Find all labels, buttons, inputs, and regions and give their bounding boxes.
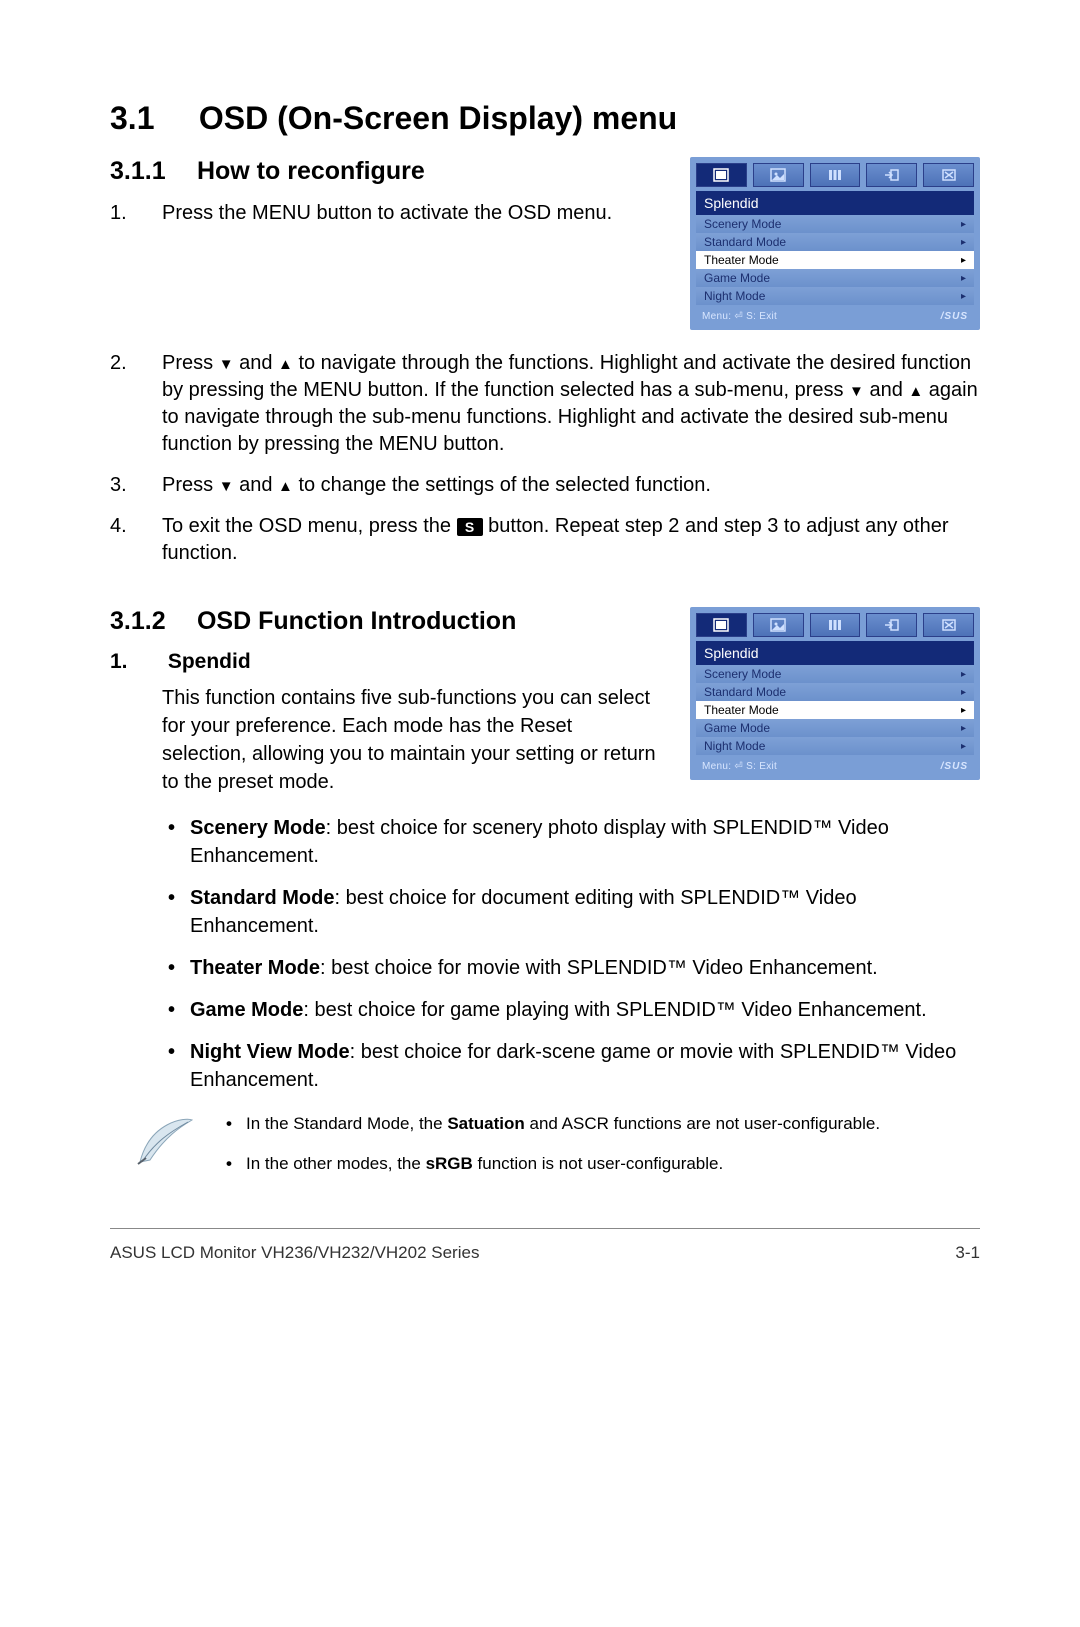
subsection-title: How to reconfigure	[197, 157, 425, 185]
step-item: 2. Press and to navigate through the fun…	[110, 350, 980, 458]
osd-tab-input-icon	[866, 613, 917, 637]
osd-row: Night Mode▸	[696, 737, 974, 755]
subsection-number: 3.1.2	[110, 607, 190, 636]
osd-tab-system-icon	[923, 613, 974, 637]
osd-tab-color-icon	[810, 163, 861, 187]
note-item: In the other modes, the sRGB function is…	[220, 1152, 980, 1176]
osd-title: Splendid	[696, 191, 974, 215]
osd-row: Scenery Mode▸	[696, 215, 974, 233]
subsection-title: OSD Function Introduction	[197, 607, 516, 635]
osd-row: Game Mode▸	[696, 719, 974, 737]
down-arrow-icon	[849, 379, 864, 401]
step-item: 3. Press and to change the settings of t…	[110, 472, 980, 499]
subsection-heading: 3.1.1 How to reconfigure	[110, 157, 660, 186]
osd-list: Scenery Mode▸ Standard Mode▸ Theater Mod…	[696, 215, 974, 305]
osd-row: Standard Mode▸	[696, 683, 974, 701]
step-text: Press and to change the settings of the …	[162, 472, 980, 499]
osd-footer: Menu: ⏎ S: Exit /SUS	[696, 305, 974, 324]
mode-item: Game Mode: best choice for game playing …	[162, 996, 980, 1024]
osd-row: Standard Mode▸	[696, 233, 974, 251]
step-item: 4. To exit the OSD menu, press the S but…	[110, 513, 980, 567]
osd-tab-image-icon	[753, 163, 804, 187]
note-item: In the Standard Mode, the Satuation and …	[220, 1112, 980, 1136]
down-arrow-icon	[219, 474, 234, 496]
section-heading: 3.1 OSD (On-Screen Display) menu	[110, 100, 980, 137]
osd-screenshot: Splendid Scenery Mode▸ Standard Mode▸ Th…	[690, 607, 980, 780]
subsection-number: 3.1.1	[110, 157, 190, 186]
osd-row: Game Mode▸	[696, 269, 974, 287]
osd-tab-input-icon	[866, 163, 917, 187]
item-paragraph: This function contains five sub-function…	[162, 684, 660, 796]
osd-tab-color-icon	[810, 613, 861, 637]
osd-footer: Menu: ⏎ S: Exit /SUS	[696, 755, 974, 774]
osd-tab-image-icon	[753, 613, 804, 637]
osd-tab-system-icon	[923, 163, 974, 187]
osd-tabs	[696, 163, 974, 187]
step-text: Press the MENU button to activate the OS…	[162, 200, 660, 227]
mode-item: Standard Mode: best choice for document …	[162, 884, 980, 940]
subsection-heading: 3.1.2 OSD Function Introduction	[110, 607, 660, 636]
footer-right: 3-1	[955, 1243, 980, 1263]
step-item: 1. Press the MENU button to activate the…	[110, 200, 660, 227]
footer-rule	[110, 1228, 980, 1229]
up-arrow-icon	[278, 474, 293, 496]
mode-list: Scenery Mode: best choice for scenery ph…	[162, 814, 980, 1094]
osd-tab-splendid-icon	[696, 613, 747, 637]
note-block: In the Standard Mode, the Satuation and …	[130, 1112, 980, 1192]
osd-title: Splendid	[696, 641, 974, 665]
feather-icon	[130, 1112, 200, 1168]
mode-item: Scenery Mode: best choice for scenery ph…	[162, 814, 980, 870]
osd-row: Scenery Mode▸	[696, 665, 974, 683]
osd-row: Night Mode▸	[696, 287, 974, 305]
osd-list: Scenery Mode▸ Standard Mode▸ Theater Mod…	[696, 665, 974, 755]
section-title: OSD (On-Screen Display) menu	[199, 100, 677, 136]
footer-left: ASUS LCD Monitor VH236/VH232/VH202 Serie…	[110, 1243, 479, 1263]
step-text: Press and to navigate through the functi…	[162, 350, 980, 458]
osd-tab-splendid-icon	[696, 163, 747, 187]
osd-screenshot: Splendid Scenery Mode▸ Standard Mode▸ Th…	[690, 157, 980, 330]
down-arrow-icon	[219, 352, 234, 374]
mode-item: Night View Mode: best choice for dark-sc…	[162, 1038, 980, 1094]
osd-row-selected: Theater Mode▸	[696, 251, 974, 269]
s-button-icon: S	[457, 518, 483, 536]
page-footer: ASUS LCD Monitor VH236/VH232/VH202 Serie…	[110, 1243, 980, 1263]
note-list: In the Standard Mode, the Satuation and …	[220, 1112, 980, 1192]
osd-row-selected: Theater Mode▸	[696, 701, 974, 719]
step-text: To exit the OSD menu, press the S button…	[162, 513, 980, 567]
up-arrow-icon	[278, 352, 293, 374]
up-arrow-icon	[908, 379, 923, 401]
section-number: 3.1	[110, 100, 190, 137]
mode-item: Theater Mode: best choice for movie with…	[162, 954, 980, 982]
osd-tabs	[696, 613, 974, 637]
item-heading: 1. Spendid	[110, 650, 660, 674]
